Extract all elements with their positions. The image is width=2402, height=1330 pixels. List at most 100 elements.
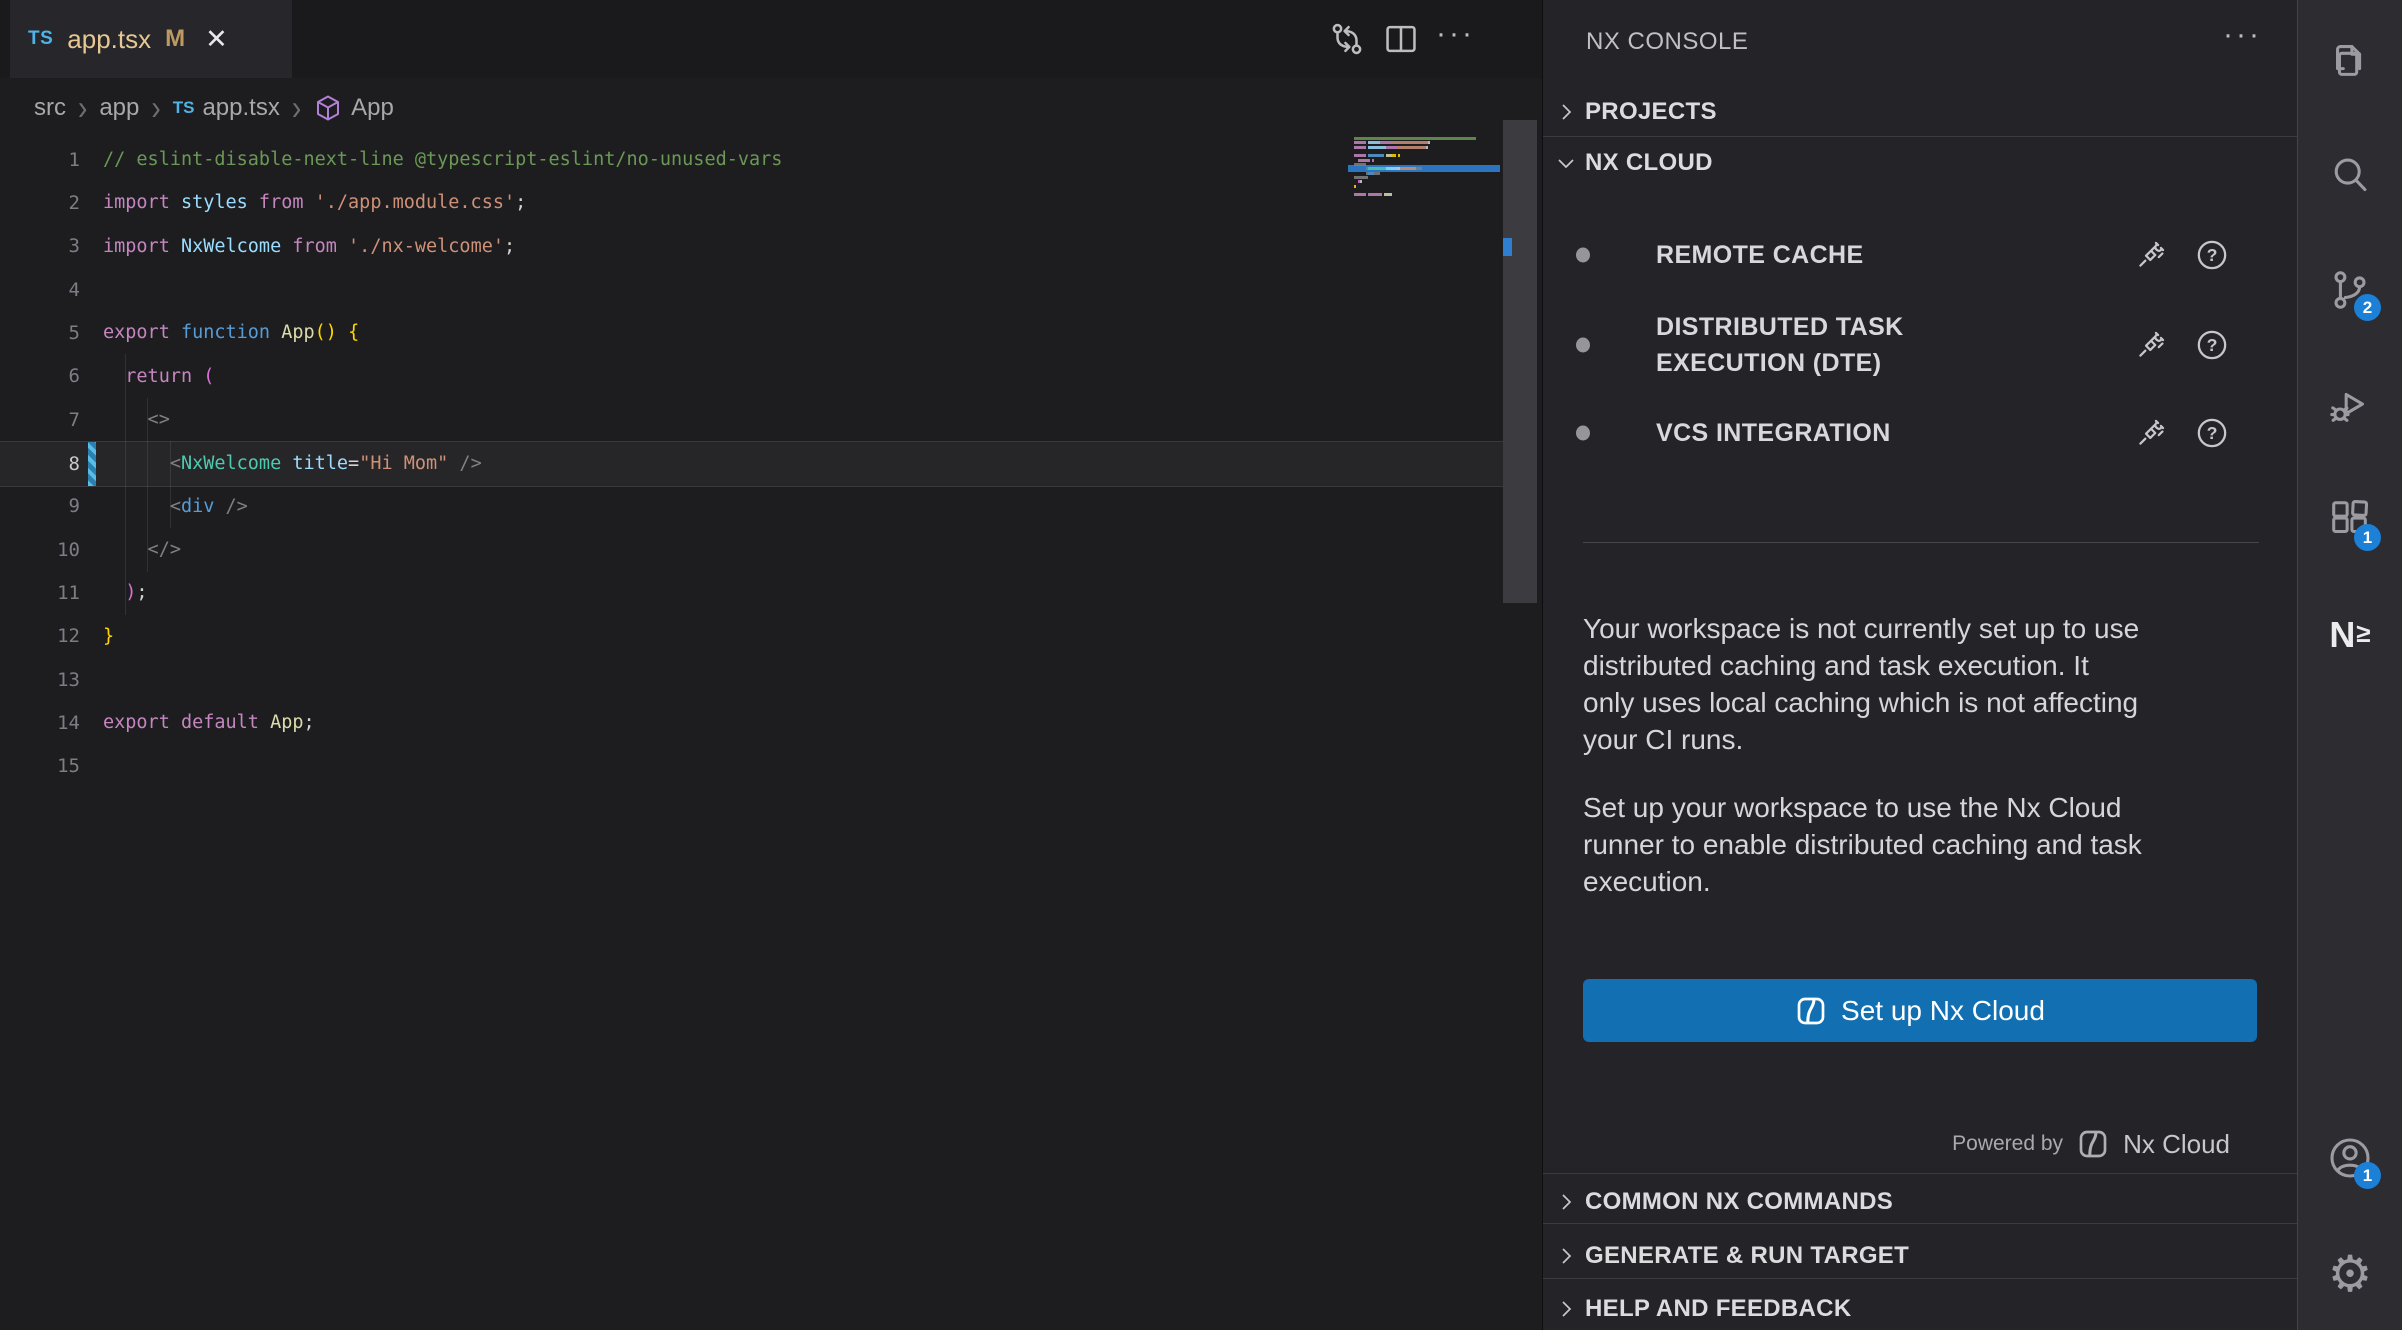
section-projects[interactable]: PROJECTS (1543, 90, 2298, 134)
minimap-line (1354, 167, 1422, 170)
code-line[interactable]: 13 (0, 658, 1503, 701)
settings-icon[interactable]: ⚙ (2327, 1251, 2373, 1297)
code-text: return ( (103, 366, 214, 387)
code-line[interactable]: 1 // eslint-disable-next-line @typescript… (0, 138, 1503, 181)
badge: 2 (2354, 294, 2381, 321)
powered-by-label: Powered by (1952, 1132, 2063, 1156)
minimap[interactable] (1348, 131, 1500, 411)
divider (1583, 542, 2259, 543)
scrollbar-thumb[interactable] (1503, 120, 1537, 603)
feature-label: DISTRIBUTED TASKEXECUTION (DTE) (1656, 309, 1904, 381)
nx-cloud-feature-row: REMOTE CACHE? (1543, 233, 2298, 277)
divider (1543, 1278, 2298, 1279)
code-text: export default App; (103, 712, 315, 733)
line-number: 8 (0, 453, 90, 475)
section-label: NX CLOUD (1585, 149, 1713, 177)
open-changes-icon[interactable] (1328, 20, 1366, 58)
tab-filename: app.tsx (67, 24, 151, 55)
connect-plug-icon[interactable] (2134, 416, 2168, 450)
code-line[interactable]: 8 <NxWelcome title="Hi Mom" /> (0, 441, 1503, 486)
accounts-icon[interactable]: 1 (2327, 1135, 2373, 1181)
code-text: export function App() { (103, 322, 359, 343)
code-line[interactable]: 2import styles from './app.module.css'; (0, 181, 1503, 224)
help-icon[interactable]: ? (2195, 328, 2229, 362)
code-line[interactable]: 12} (0, 615, 1503, 658)
line-number: 6 (0, 365, 90, 387)
section-help-and-feedback[interactable]: HELP AND FEEDBACK (1543, 1287, 2298, 1330)
line-number: 3 (0, 235, 90, 257)
connect-plug-icon[interactable] (2134, 238, 2168, 272)
help-icon[interactable]: ? (2195, 416, 2229, 450)
chevron-right-icon (1553, 1296, 1579, 1322)
line-number: 1 (0, 149, 90, 171)
divider (1543, 1173, 2298, 1174)
divider (1543, 1223, 2298, 1224)
code-line[interactable]: 14export default App; (0, 701, 1503, 744)
modified-badge: M (165, 25, 185, 53)
editor-more-actions-icon[interactable]: ··· (1436, 19, 1475, 59)
editor-scrollbar[interactable] (1503, 0, 1537, 1330)
minimap-line (1354, 185, 1356, 188)
minimap-line (1354, 172, 1380, 175)
status-dot-icon (1576, 338, 1590, 353)
line-number: 15 (0, 755, 90, 777)
code-text: import styles from './app.module.css'; (103, 192, 526, 213)
section-nx-cloud[interactable]: NX CLOUD (1543, 140, 2298, 186)
nx-cloud-brand: Nx Cloud (2123, 1129, 2230, 1160)
code-text: <> (103, 409, 170, 430)
section-label: COMMON NX COMMANDS (1585, 1188, 1893, 1216)
svg-text:?: ? (2207, 335, 2218, 355)
breadcrumb-src[interactable]: src (34, 94, 66, 122)
section-label: HELP AND FEEDBACK (1585, 1295, 1851, 1323)
typescript-file-icon: TS (173, 98, 195, 118)
nx-console-icon[interactable]: N≥ (2327, 612, 2373, 658)
section-common-nx-commands[interactable]: COMMON NX COMMANDS (1543, 1181, 2298, 1223)
minimap-line (1354, 159, 1374, 162)
code-line[interactable]: 11 ); (0, 571, 1503, 614)
modified-line-overview-marker (1503, 238, 1512, 256)
code-text: import NxWelcome from './nx-welcome'; (103, 236, 515, 257)
tab-app-tsx[interactable]: TS app.tsx M ✕ (10, 0, 292, 78)
code-line[interactable]: 3 import NxWelcome from './nx-welcome'; (0, 225, 1503, 268)
setup-instruction-text: Set up your workspace to use the Nx Clou… (1583, 789, 2142, 900)
svg-text:?: ? (2207, 423, 2218, 443)
setup-nx-cloud-button[interactable]: Set up Nx Cloud (1583, 979, 2257, 1042)
code-line[interactable]: 10 </> (0, 528, 1503, 571)
code-line[interactable]: 9 <div /> (0, 485, 1503, 528)
activity-bar: 2 1 N≥ 1 ⚙ (2298, 0, 2402, 1330)
workspace-status-text: Your workspace is not currently set up t… (1583, 610, 2139, 758)
minimap-line (1354, 193, 1392, 196)
minimap-line (1354, 176, 1368, 179)
code-line[interactable]: 7 <> (0, 398, 1503, 441)
section-generate-run-target[interactable]: GENERATE & RUN TARGET (1543, 1234, 2298, 1278)
breadcrumb-symbol-app[interactable]: App (313, 93, 394, 123)
help-icon[interactable]: ? (2195, 238, 2229, 272)
close-tab-icon[interactable]: ✕ (205, 26, 228, 53)
section-label: PROJECTS (1585, 98, 1717, 126)
extensions-icon[interactable]: 1 (2327, 497, 2373, 543)
code-text: </> (103, 539, 181, 560)
search-icon[interactable] (2327, 152, 2373, 198)
symbol-class-icon (313, 93, 343, 123)
explorer-icon[interactable] (2327, 37, 2373, 83)
code-text: // eslint-disable-next-line @typescript-… (103, 149, 782, 170)
breadcrumb-app[interactable]: app (99, 94, 139, 122)
breadcrumb-file[interactable]: TS app.tsx (173, 94, 280, 122)
minimap-line (1354, 180, 1362, 183)
breadcrumb-separator: › (78, 88, 87, 128)
tab-bar: TS app.tsx M ✕ ··· (0, 0, 1543, 78)
feature-label: VCS INTEGRATION (1656, 415, 1891, 451)
line-number: 7 (0, 409, 90, 431)
code-line[interactable]: 15 (0, 745, 1503, 788)
code-line[interactable]: 5export function App() { (0, 311, 1503, 354)
panel-more-actions-icon[interactable]: ··· (2223, 20, 2262, 60)
code-text: <NxWelcome title="Hi Mom" /> (103, 453, 482, 474)
source-control-icon[interactable]: 2 (2327, 267, 2373, 313)
connect-plug-icon[interactable] (2134, 328, 2168, 362)
run-and-debug-icon[interactable] (2327, 382, 2373, 428)
code-line[interactable]: 6 return ( (0, 355, 1503, 398)
split-editor-icon[interactable] (1382, 20, 1420, 58)
code-line[interactable]: 4 (0, 268, 1503, 311)
nx-cloud-logo-icon (2077, 1128, 2109, 1160)
panel-title: NX CONSOLE (1586, 28, 1748, 56)
